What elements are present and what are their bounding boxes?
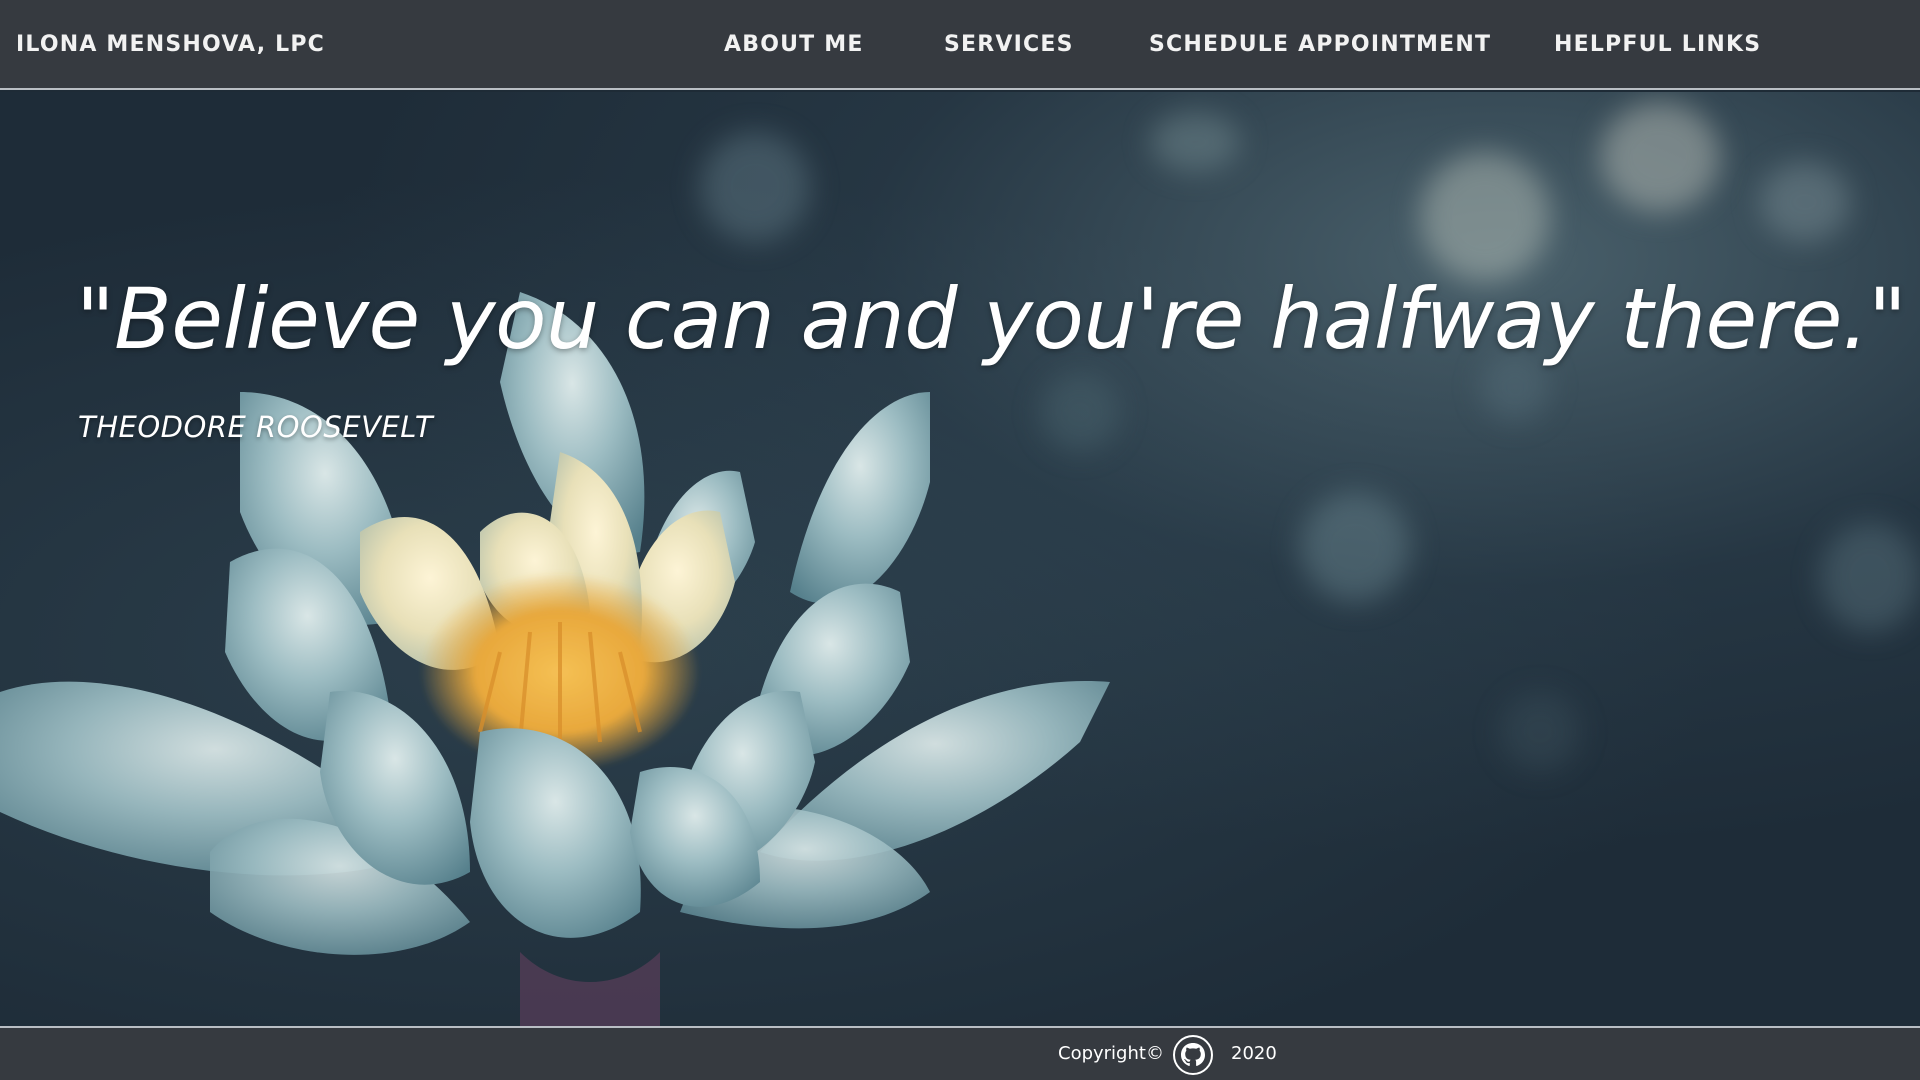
nav-schedule-appointment[interactable]: SCHEDULE APPOINTMENT <box>1149 0 1491 90</box>
hero-quote: "Believe you can and you're halfway ther… <box>76 270 1907 368</box>
copyright-text: Copyright© <box>1058 1043 1164 1064</box>
footer: Copyright© 2020 <box>0 1026 1920 1080</box>
nav-services[interactable]: SERVICES <box>944 0 1074 90</box>
github-icon[interactable] <box>1172 1034 1214 1076</box>
navbar: ILONA MENSHOVA, LPC ABOUT ME SERVICES SC… <box>0 0 1920 90</box>
copyright-year: 2020 <box>1231 1043 1277 1064</box>
nav-about-me[interactable]: ABOUT ME <box>724 0 864 90</box>
brand-link[interactable]: ILONA MENSHOVA, LPC <box>16 0 325 90</box>
nav-helpful-links[interactable]: HELPFUL LINKS <box>1554 0 1761 90</box>
quote-author: THEODORE ROOSEVELT <box>78 410 434 444</box>
lotus-flower-image <box>0 292 1110 1026</box>
hero-section: "Believe you can and you're halfway ther… <box>0 92 1920 1026</box>
